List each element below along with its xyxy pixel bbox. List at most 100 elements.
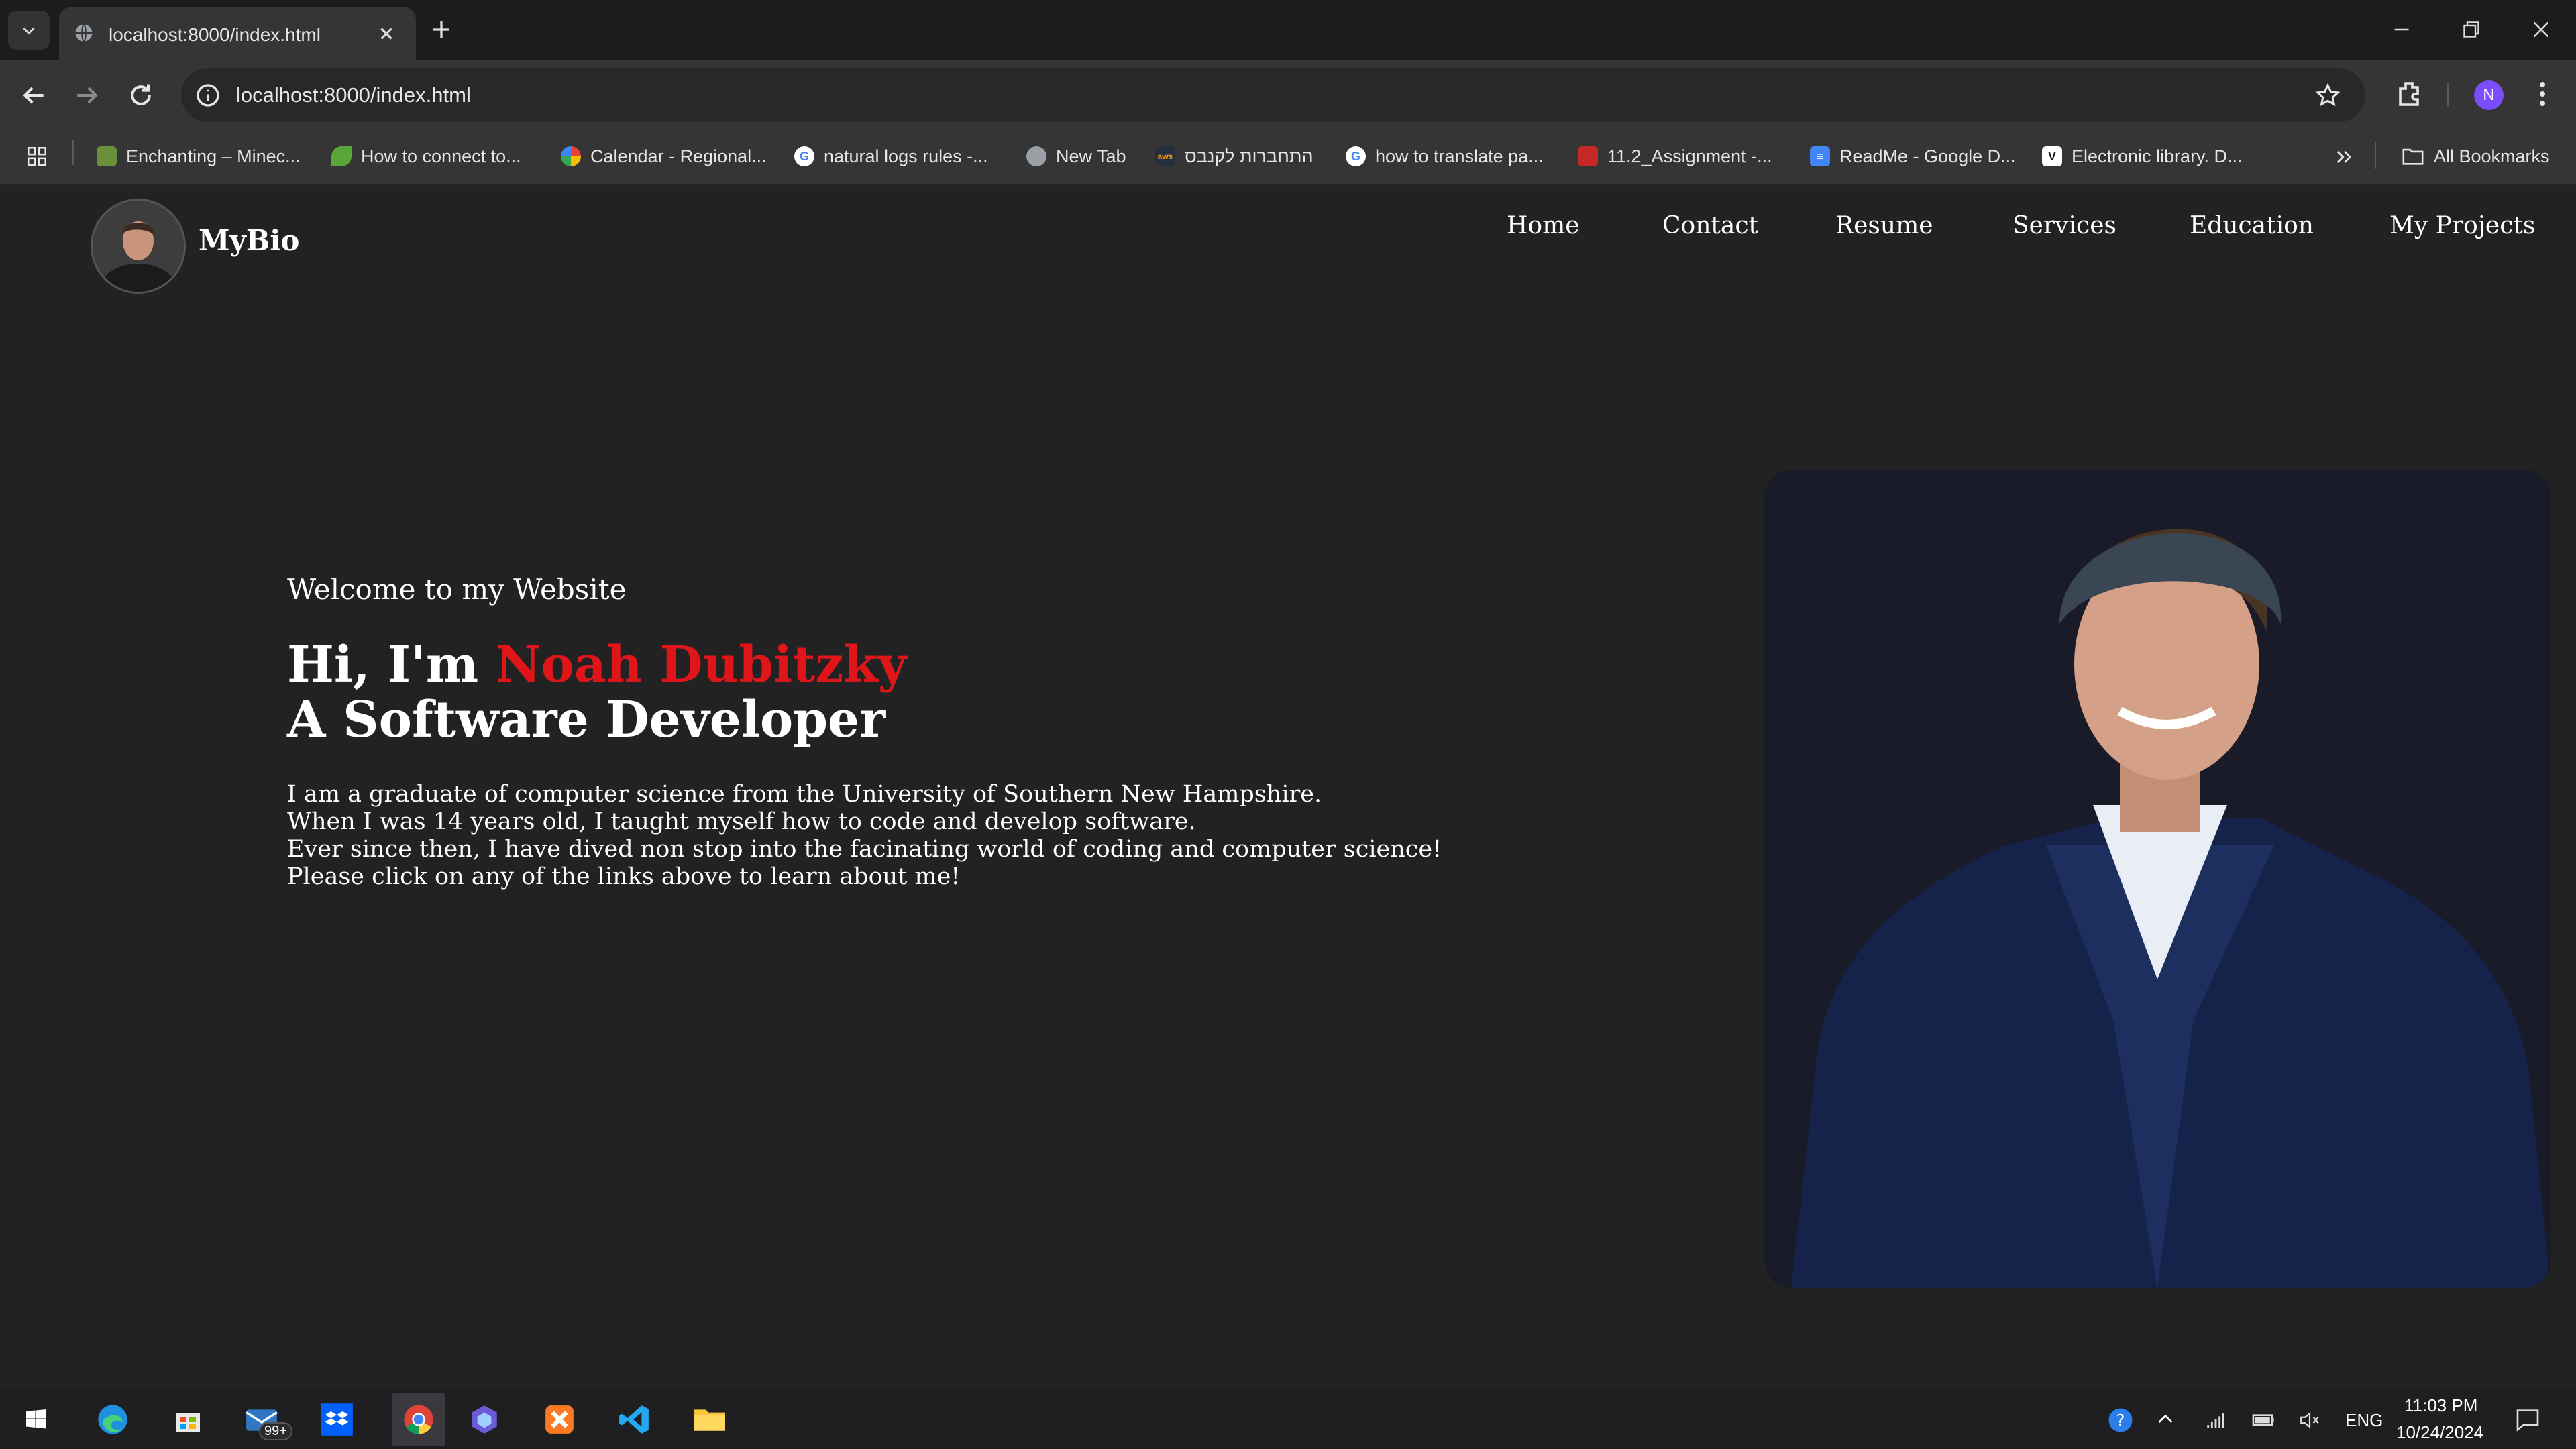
extensions-icon[interactable] (2394, 78, 2426, 110)
dropbox-icon (321, 1403, 353, 1436)
v-icon: V (2042, 146, 2062, 166)
google-icon: G (1346, 146, 1366, 166)
bookmark-item[interactable]: 11.2_Assignment -... (1578, 141, 1772, 172)
bio-line: Ever since then, I have dived non stop i… (287, 836, 1442, 863)
windows-icon (26, 1409, 46, 1429)
clock-time[interactable]: 11:03 PM (2404, 1395, 2477, 1416)
bio-line: I am a graduate of computer science from… (287, 781, 1322, 808)
reload-icon[interactable] (126, 80, 156, 110)
address-bar[interactable]: localhost:8000/index.html (181, 68, 2365, 122)
close-tab-icon[interactable] (374, 21, 398, 46)
profile-photo (93, 201, 184, 292)
nav-services[interactable]: Services (2012, 212, 2116, 239)
hero-greeting: Hi, I'm Noah Dubitzky (287, 636, 907, 694)
copilot-icon (472, 1405, 497, 1434)
globe-icon (75, 23, 93, 42)
bookmark-item[interactable]: New Tab (1026, 141, 1126, 172)
forward-icon[interactable] (72, 80, 102, 110)
clock-date[interactable]: 10/24/2024 (2396, 1422, 2483, 1443)
help-icon[interactable]: ? (2106, 1406, 2135, 1434)
xampp-taskbar-button[interactable] (539, 1399, 580, 1440)
nav-contact[interactable]: Contact (1662, 212, 1758, 239)
url-text[interactable]: localhost:8000/index.html (236, 83, 471, 107)
bookmark-item[interactable]: Ghow to translate pa... (1346, 141, 1544, 172)
nav-home[interactable]: Home (1507, 212, 1580, 239)
menu-dots-icon[interactable] (2526, 78, 2559, 110)
browser-toolbar: localhost:8000/index.html N (0, 60, 2576, 130)
site-info-icon[interactable] (195, 82, 221, 109)
chrome-taskbar-button[interactable] (392, 1393, 445, 1446)
docs-icon: ≡ (1810, 146, 1830, 166)
portrait-photo (1764, 470, 2551, 1288)
vscode-taskbar-button[interactable] (614, 1399, 655, 1440)
xampp-icon (545, 1405, 574, 1434)
edge-taskbar-button[interactable] (93, 1399, 133, 1440)
tab-strip: localhost:8000/index.html (0, 0, 2576, 60)
avatar[interactable] (91, 199, 186, 294)
chevron-down-icon (23, 27, 35, 35)
minecraft-icon (97, 146, 117, 166)
bookmarks-divider (72, 140, 74, 165)
nav-resume[interactable]: Resume (1835, 212, 1933, 239)
edge-icon (98, 1405, 127, 1434)
battery-icon[interactable] (2251, 1409, 2277, 1432)
person-portrait (1764, 470, 2551, 1288)
back-icon[interactable] (19, 80, 48, 110)
new-tab-icon[interactable] (429, 17, 453, 42)
notifications-icon[interactable] (2514, 1406, 2541, 1433)
hero-role: A Software Developer (287, 691, 886, 749)
mail-taskbar-button[interactable]: 99+ (241, 1399, 292, 1440)
hero-name: Noah Dubitzky (495, 636, 907, 694)
assignment-icon (1578, 146, 1598, 166)
tab-search-button[interactable] (8, 11, 50, 50)
bookmarks-divider (2375, 142, 2376, 169)
bookmark-item[interactable]: Enchanting – Minec... (97, 141, 301, 172)
volume-muted-icon[interactable] (2298, 1409, 2321, 1432)
nav-education[interactable]: Education (2190, 212, 2314, 239)
bookmarks-bar: Enchanting – Minec... How to connect to.… (0, 130, 2576, 185)
explorer-taskbar-button[interactable] (690, 1399, 730, 1440)
bookmark-item[interactable]: Calendar - Regional... (561, 141, 767, 172)
chevron-up-icon[interactable] (2155, 1409, 2176, 1430)
bio-line: Please click on any of the links above t… (287, 863, 961, 890)
wifi-icon[interactable] (2204, 1409, 2227, 1432)
copilot-taskbar-button[interactable] (464, 1399, 504, 1440)
nav-my-projects[interactable]: My Projects (2390, 212, 2535, 239)
mail-badge: 99+ (259, 1422, 292, 1440)
restore-icon[interactable] (2458, 17, 2485, 42)
close-window-icon[interactable] (2528, 17, 2555, 42)
bookmark-item[interactable]: How to connect to... (331, 141, 521, 172)
bookmark-item[interactable]: ≡ ReadMe - Google D... (1810, 141, 2016, 172)
aws-icon: aws (1155, 146, 1175, 166)
globe-icon (1026, 146, 1046, 166)
calendar-icon (561, 146, 581, 166)
leaf-icon (331, 146, 352, 166)
web-page: MyBio Home Contact Resume Services Educa… (0, 185, 2576, 1390)
folder-icon (694, 1409, 725, 1431)
bio-line: When I was 14 years old, I taught myself… (287, 808, 1196, 835)
store-icon (176, 1413, 200, 1432)
svg-text:?: ? (2116, 1411, 2125, 1430)
more-bookmarks-icon[interactable] (2333, 146, 2355, 168)
dropbox-taskbar-button[interactable] (317, 1399, 357, 1440)
vscode-icon (619, 1405, 649, 1434)
start-button[interactable] (16, 1399, 56, 1440)
minimize-icon[interactable] (2388, 17, 2415, 42)
store-taskbar-button[interactable] (168, 1399, 208, 1440)
site-brand[interactable]: MyBio (199, 224, 299, 257)
folder-icon (2402, 148, 2424, 165)
greeting-text: Hi, I'm (287, 636, 479, 694)
bookmark-star-icon[interactable] (2314, 82, 2341, 109)
bookmark-item[interactable]: aws התחברות לקנבס (1155, 141, 1313, 172)
apps-grid-icon[interactable] (25, 145, 48, 168)
bookmark-item[interactable]: Gnatural logs rules -... (794, 141, 988, 172)
chrome-icon (404, 1405, 433, 1434)
all-bookmarks-button[interactable]: All Bookmarks (2402, 141, 2550, 172)
language-indicator[interactable]: ENG (2345, 1410, 2383, 1431)
toolbar-divider (2447, 83, 2449, 107)
tab-title: localhost:8000/index.html (109, 24, 321, 45)
windows-taskbar: 99+ ? ENG 11:03 PM 10/24/2024 (0, 1390, 2576, 1449)
browser-tab[interactable]: localhost:8000/index.html (59, 7, 416, 60)
profile-avatar[interactable]: N (2474, 80, 2504, 110)
bookmark-item[interactable]: V Electronic library. D... (2042, 141, 2243, 172)
